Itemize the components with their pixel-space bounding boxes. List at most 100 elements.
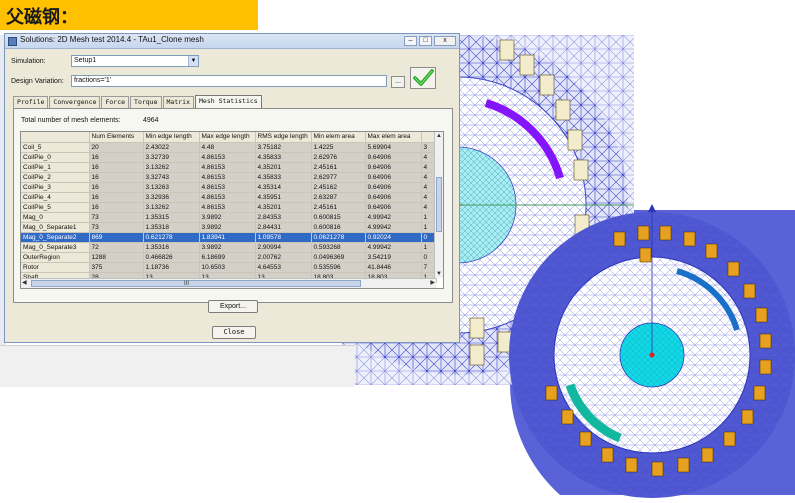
table-row[interactable]: Mag_0 73 1.35315 3.9892 2.84353 0.600815 4.999… bbox=[21, 212, 437, 223]
table-cell[interactable]: 1.83941 bbox=[199, 232, 256, 243]
table-cell[interactable]: 0.600816 bbox=[311, 222, 366, 233]
table-cell[interactable]: 4.86153 bbox=[199, 192, 256, 203]
table-row[interactable]: CoilPie_3 16 3.13263 4.86153 4.35314 2.45162 9… bbox=[21, 182, 437, 193]
row-header[interactable]: CoilPie_0 bbox=[21, 152, 90, 163]
row-header[interactable]: Rotor bbox=[21, 262, 90, 273]
table-cell[interactable]: 72 bbox=[89, 242, 144, 253]
table-cell[interactable]: 9.64906 bbox=[365, 172, 422, 183]
table-cell[interactable]: 3.9892 bbox=[199, 242, 256, 253]
export-button[interactable]: Export... bbox=[208, 300, 258, 313]
tab-torque[interactable]: Torque bbox=[130, 96, 162, 108]
table-cell[interactable]: 4.35314 bbox=[255, 182, 312, 193]
table-cell[interactable]: 3.75182 bbox=[255, 142, 312, 153]
table-cell[interactable]: 1.35316 bbox=[143, 242, 200, 253]
row-header[interactable]: OuterRegion bbox=[21, 252, 90, 263]
table-cell[interactable]: 0.593268 bbox=[311, 242, 366, 253]
table-cell[interactable]: 4.86153 bbox=[199, 172, 256, 183]
table-cell[interactable]: 10.6503 bbox=[199, 262, 256, 273]
table-cell[interactable]: 20 bbox=[89, 142, 144, 153]
row-header[interactable]: CoilPie_3 bbox=[21, 182, 90, 193]
table-cell[interactable]: 3.13263 bbox=[143, 182, 200, 193]
table-cell[interactable]: 3.13262 bbox=[143, 202, 200, 213]
tab-mesh-statistics[interactable]: Mesh Statistics bbox=[195, 95, 262, 108]
row-header[interactable]: CoilPie_5 bbox=[21, 202, 90, 213]
mesh-statistics-table[interactable]: Num Elements Min edge length Max edge leng… bbox=[20, 131, 444, 289]
row-header[interactable]: CoilPie_4 bbox=[21, 192, 90, 203]
table-cell[interactable]: 9.64906 bbox=[365, 192, 422, 203]
table-row[interactable]: Rotor 375 1.18736 10.6503 4.64553 0.535596 41.… bbox=[21, 262, 437, 273]
table-cell[interactable]: 0.92024 bbox=[365, 232, 422, 243]
table-row[interactable]: CoilPie_4 16 3.32936 4.86153 4.35951 2.63287 9… bbox=[21, 192, 437, 203]
table-row[interactable]: CoilPie_5 16 3.13262 4.86153 4.35201 2.45161 9… bbox=[21, 202, 437, 213]
dialog-titlebar[interactable]: Solutions: 2D Mesh test 2014.4 - TAu1_Cl… bbox=[5, 34, 459, 49]
scroll-left-icon[interactable]: ◀ bbox=[22, 279, 27, 287]
table-row[interactable]: OuterRegion 1288 0.466826 6.18699 2.00762 0.0… bbox=[21, 252, 437, 263]
table-cell[interactable]: 2.45162 bbox=[311, 182, 366, 193]
column-header[interactable]: Max elem area bbox=[365, 132, 422, 143]
column-header[interactable]: Num Elements bbox=[89, 132, 144, 143]
table-cell[interactable]: 2.62977 bbox=[311, 172, 366, 183]
table-cell[interactable]: 2.43022 bbox=[143, 142, 200, 153]
table-cell[interactable]: 1.09578 bbox=[255, 232, 312, 243]
table-cell[interactable]: 3.54219 bbox=[365, 252, 422, 263]
table-cell[interactable]: 9.64906 bbox=[365, 182, 422, 193]
table-cell[interactable]: 1.35318 bbox=[143, 222, 200, 233]
tab-matrix[interactable]: Matrix bbox=[162, 96, 194, 108]
row-header[interactable]: CoilPie_1 bbox=[21, 162, 90, 173]
table-cell[interactable]: 2.90994 bbox=[255, 242, 312, 253]
row-header[interactable]: CoilPie_2 bbox=[21, 172, 90, 183]
table-cell[interactable]: 4.35833 bbox=[255, 152, 312, 163]
table-cell[interactable]: 4.48 bbox=[199, 142, 256, 153]
table-cell[interactable]: 3.9892 bbox=[199, 222, 256, 233]
table-cell[interactable]: 3.13262 bbox=[143, 162, 200, 173]
table-cell[interactable]: 0.466826 bbox=[143, 252, 200, 263]
table-cell[interactable]: 1.4225 bbox=[311, 142, 366, 153]
table-cell[interactable]: 16 bbox=[89, 162, 144, 173]
horizontal-scrollbar[interactable]: ◀ III ▶ bbox=[21, 278, 436, 288]
table-row[interactable]: CoilPie_1 16 3.13262 4.86153 4.35201 2.45161 9… bbox=[21, 162, 437, 173]
tab-profile[interactable]: Profile bbox=[13, 96, 49, 108]
table-cell[interactable]: 2.84353 bbox=[255, 212, 312, 223]
vertical-scrollbar[interactable]: ▲ ▼ bbox=[434, 132, 443, 278]
design-variation-field[interactable]: fractions='1' bbox=[71, 75, 387, 87]
table-cell[interactable]: 3.32743 bbox=[143, 172, 200, 183]
vertical-scroll-thumb[interactable] bbox=[436, 177, 442, 232]
table-cell[interactable]: 16 bbox=[89, 172, 144, 183]
maximize-button[interactable]: □ bbox=[419, 36, 432, 46]
table-cell[interactable]: 0.535596 bbox=[311, 262, 366, 273]
table-cell[interactable]: 4.86153 bbox=[199, 182, 256, 193]
table-cell[interactable]: 4.64553 bbox=[255, 262, 312, 273]
table-cell[interactable]: 375 bbox=[89, 262, 144, 273]
tab-convergence[interactable]: Convergence bbox=[49, 96, 101, 108]
table-cell[interactable]: 4.35951 bbox=[255, 192, 312, 203]
row-header[interactable]: Coil_5 bbox=[21, 142, 90, 153]
apply-variation-button[interactable] bbox=[410, 67, 436, 89]
scroll-right-icon[interactable]: ▶ bbox=[430, 279, 435, 287]
table-row[interactable]: Mag_0_Separate3 72 1.35316 3.9892 2.90994 0.5… bbox=[21, 242, 437, 253]
table-row[interactable]: CoilPie_2 16 3.32743 4.86153 4.35833 2.62977 9… bbox=[21, 172, 437, 183]
column-header[interactable] bbox=[21, 132, 90, 143]
table-cell[interactable]: 16 bbox=[89, 202, 144, 213]
table-cell[interactable]: 9.64906 bbox=[365, 162, 422, 173]
table-cell[interactable]: 3.32739 bbox=[143, 152, 200, 163]
table-cell[interactable]: 2.63287 bbox=[311, 192, 366, 203]
table-cell[interactable]: 4.86153 bbox=[199, 162, 256, 173]
table-cell[interactable]: 0.0496369 bbox=[311, 252, 366, 263]
table-cell[interactable]: 869 bbox=[89, 232, 144, 243]
table-cell[interactable]: 16 bbox=[89, 182, 144, 193]
table-cell[interactable]: 5.69904 bbox=[365, 142, 422, 153]
table-row[interactable]: Mag_0_Separate1 73 1.35318 3.9892 2.84431 0.6… bbox=[21, 222, 437, 233]
table-cell[interactable]: 1.35315 bbox=[143, 212, 200, 223]
table-cell[interactable]: 16 bbox=[89, 152, 144, 163]
close-button[interactable]: Close bbox=[212, 326, 256, 339]
table-cell[interactable]: 3.32936 bbox=[143, 192, 200, 203]
row-header[interactable]: Mag_0 bbox=[21, 212, 90, 223]
simulation-select[interactable]: Setup1 ▼ bbox=[71, 55, 199, 67]
table-cell[interactable]: 73 bbox=[89, 212, 144, 223]
minimize-button[interactable]: – bbox=[404, 36, 417, 46]
table-cell[interactable]: 3.9892 bbox=[199, 212, 256, 223]
column-header[interactable]: RMS edge length bbox=[255, 132, 312, 143]
row-header[interactable]: Mag_0_Separate2 bbox=[21, 232, 90, 243]
table-cell[interactable]: 2.62976 bbox=[311, 152, 366, 163]
horizontal-scroll-thumb[interactable]: III bbox=[31, 280, 361, 287]
